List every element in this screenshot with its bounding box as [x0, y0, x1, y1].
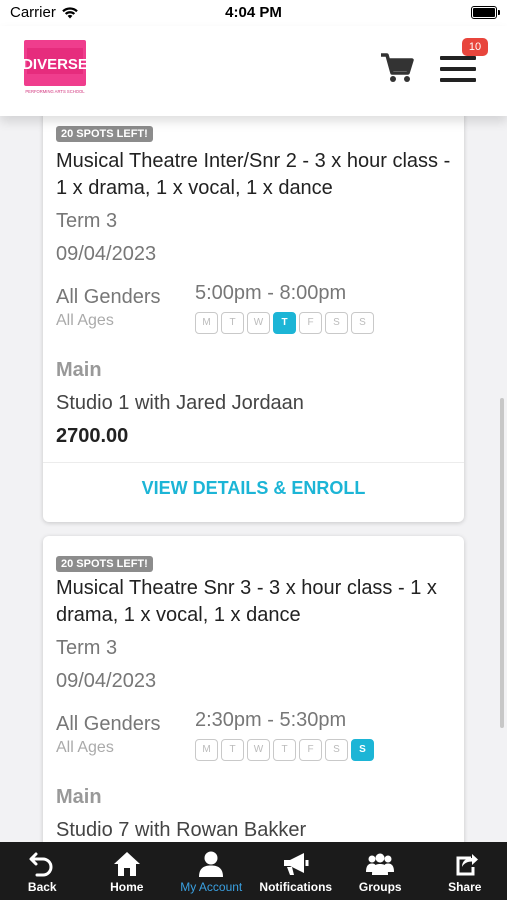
class-title: Musical Theatre Snr 3 - 3 x hour class -… — [56, 577, 437, 626]
view-details-enroll-button[interactable]: VIEW DETAILS & ENROLL — [43, 463, 464, 513]
class-list[interactable]: 20 SPOTS LEFT! Musical Theatre Inter/Snr… — [0, 116, 507, 842]
day-sunday-active: S — [351, 739, 374, 761]
class-date: 09/04/2023 — [56, 243, 157, 265]
groups-icon — [366, 853, 395, 875]
bottom-tab-bar: Back Home My Account Notifications Group… — [0, 842, 507, 900]
day-tuesday: T — [221, 739, 244, 761]
weekday-indicator: M T W T F S S — [195, 312, 374, 334]
tab-home[interactable]: Home — [85, 842, 170, 900]
spots-badge: 20 SPOTS LEFT! — [56, 126, 153, 142]
day-monday: M — [195, 739, 218, 761]
day-friday: F — [299, 739, 322, 761]
day-sunday: S — [351, 312, 374, 334]
class-term: Term 3 — [56, 637, 118, 659]
class-time: 2:30pm - 5:30pm — [195, 709, 347, 731]
tab-my-account[interactable]: My Account — [169, 842, 254, 900]
megaphone-icon — [283, 853, 309, 875]
day-friday: F — [299, 312, 322, 334]
tab-label: Share — [448, 880, 482, 894]
tab-label: Back — [27, 880, 57, 894]
tab-back[interactable]: Back — [0, 842, 85, 900]
logo-text: DIVERSE — [24, 56, 86, 73]
class-studio: Studio 7 with Rowan Bakker — [56, 819, 307, 841]
class-term: Term 3 — [56, 210, 118, 232]
battery-icon — [471, 6, 500, 19]
class-ages: All Ages — [56, 739, 114, 756]
tab-notifications[interactable]: Notifications — [254, 842, 339, 900]
spots-badge: 20 SPOTS LEFT! — [56, 556, 153, 572]
notification-badge: 10 — [462, 38, 488, 56]
class-date: 09/04/2023 — [56, 670, 157, 692]
day-saturday: S — [325, 312, 348, 334]
cart-icon[interactable] — [380, 51, 414, 85]
day-wednesday: W — [247, 312, 270, 334]
clock: 4:04 PM — [225, 4, 282, 21]
tab-share[interactable]: Share — [423, 842, 507, 900]
day-thursday: T — [273, 739, 296, 761]
class-card: 20 SPOTS LEFT! Musical Theatre Inter/Snr… — [43, 116, 464, 522]
home-icon — [113, 852, 140, 876]
user-icon — [199, 851, 224, 877]
status-bar: Carrier 4:04 PM — [0, 0, 507, 26]
tab-label: Home — [110, 880, 144, 894]
back-icon — [29, 852, 53, 877]
day-thursday-active: T — [273, 312, 296, 334]
app-header: DIVERSE PERFORMING ARTS SCHOOL 10 — [0, 26, 507, 116]
hamburger-menu-icon[interactable] — [440, 56, 476, 82]
tab-label: My Account — [180, 880, 243, 894]
class-time: 5:00pm - 8:00pm — [195, 282, 347, 304]
class-price: 2700.00 — [56, 425, 129, 447]
day-tuesday: T — [221, 312, 244, 334]
day-wednesday: W — [247, 739, 270, 761]
class-card: 20 SPOTS LEFT! Musical Theatre Snr 3 - 3… — [43, 536, 464, 842]
diverse-logo[interactable]: DIVERSE PERFORMING ARTS SCHOOL — [24, 40, 86, 96]
tab-label: Groups — [358, 880, 402, 894]
class-title: Musical Theatre Inter/Snr 2 - 3 x hour c… — [56, 150, 451, 199]
class-location: Main — [56, 786, 102, 808]
class-genders: All Genders — [56, 713, 161, 735]
class-genders: All Genders — [56, 286, 161, 308]
share-icon — [456, 854, 478, 876]
tab-label: Notifications — [259, 880, 333, 894]
day-saturday: S — [325, 739, 348, 761]
class-ages: All Ages — [56, 312, 114, 329]
day-monday: M — [195, 312, 218, 334]
logo-subtext: PERFORMING ARTS SCHOOL — [25, 89, 85, 94]
weekday-indicator: M T W T F S S — [195, 739, 374, 761]
scrollbar[interactable] — [500, 398, 504, 728]
class-location: Main — [56, 359, 102, 381]
class-studio: Studio 1 with Jared Jordaan — [56, 392, 304, 414]
tab-groups[interactable]: Groups — [338, 842, 423, 900]
